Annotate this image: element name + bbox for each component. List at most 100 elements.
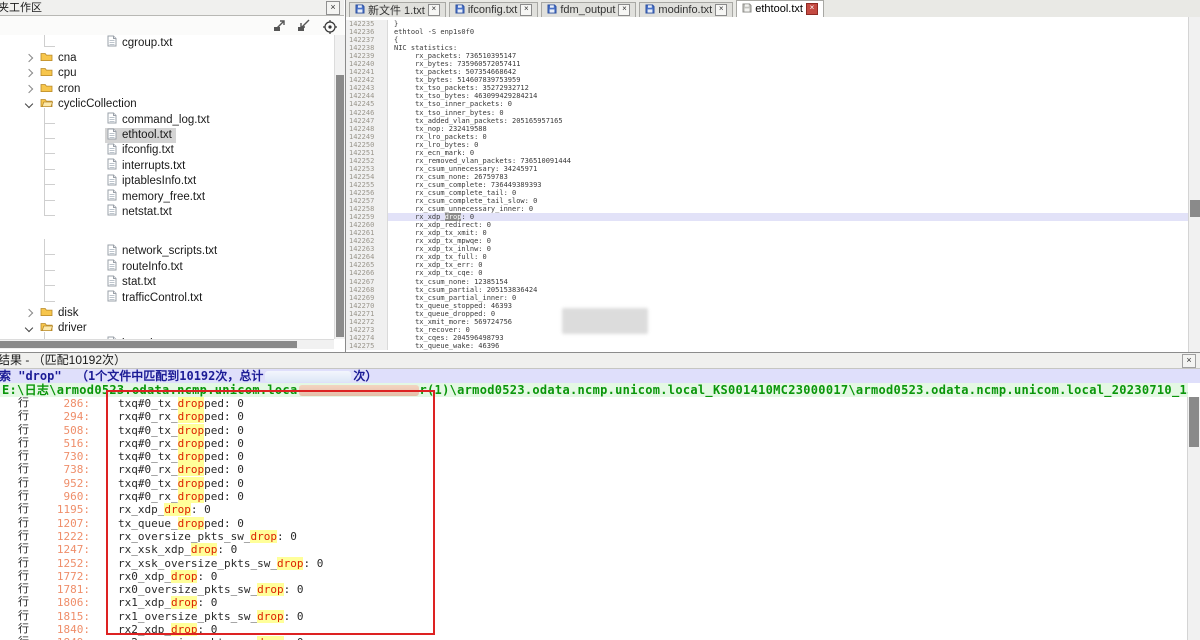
editor-line[interactable]: 142252 rx_removed_vlan_packets: 73651009… [346, 157, 1189, 165]
tree-item-inner: disk [38, 305, 82, 320]
editor-line[interactable]: 142235} [346, 20, 1189, 28]
editor-line[interactable]: 142236ethtool -S enp1s0f0 [346, 28, 1189, 36]
tab-fdm-output[interactable]: fdm_output× [541, 2, 636, 17]
tab-close-icon[interactable]: × [520, 4, 532, 16]
tree-folder-disk[interactable]: disk [0, 305, 334, 320]
editor-line[interactable]: 142268 tx_csum_partial: 205153836424 [346, 286, 1189, 294]
tab-close-icon[interactable]: × [428, 4, 440, 16]
editor-line[interactable]: 142243 tx_tso_packets: 35272932712 [346, 84, 1189, 92]
tree-folder-cna[interactable]: cna [0, 50, 334, 65]
editor-line[interactable]: 142267 tx_csum_none: 12385154 [346, 278, 1189, 286]
editor-line[interactable]: 142238NIC statistics: [346, 44, 1189, 52]
annotation-red-box [106, 390, 435, 635]
editor-line[interactable]: 142255 rx_csum_complete: 736449389393 [346, 181, 1189, 189]
tree-file-netstat-txt[interactable]: netstat.txt [0, 204, 334, 219]
results-close-icon[interactable]: × [1182, 354, 1196, 368]
tree-item-label: command_log.txt [122, 114, 210, 126]
editor-line[interactable]: 142266 rx_xdp_tx_cqe: 0 [346, 269, 1189, 277]
tab-ethtool-txt[interactable]: ethtool.txt× [736, 0, 824, 17]
chevron-down-icon[interactable] [25, 100, 33, 108]
result-row-prefix: 行 [18, 477, 32, 490]
results-titlebar: 结果 - （匹配10192次） × [0, 353, 1200, 369]
results-vertical-scrollbar[interactable] [1187, 397, 1200, 640]
tab-modinfo-txt[interactable]: modinfo.txt× [639, 2, 733, 17]
editor-line[interactable]: 142246 tx_tso_inner_bytes: 0 [346, 109, 1189, 117]
result-line-number: 516: [32, 437, 90, 450]
line-number: 142235 [346, 20, 388, 28]
tree-vertical-scrollbar[interactable] [334, 35, 345, 339]
folder-icon [40, 306, 53, 320]
tab-close-icon[interactable]: × [715, 4, 727, 16]
line-number: 142270 [346, 302, 388, 310]
chevron-down-icon[interactable] [25, 324, 33, 332]
tree-horizontal-scrollbar-thumb[interactable] [0, 341, 297, 348]
result-text-after: : 0 [284, 636, 304, 640]
tree-vertical-scrollbar-thumb[interactable] [336, 75, 344, 337]
tab--1-txt[interactable]: 新文件 1.txt× [349, 2, 446, 17]
line-text: tx_csum_partial: 205153836424 [388, 286, 1189, 294]
line-text: ethtool -S enp1s0f0 [388, 28, 1189, 36]
editor-line[interactable]: 142237{ [346, 36, 1189, 44]
editor-line[interactable]: 142260 rx_xdp_redirect: 0 [346, 221, 1189, 229]
editor-line[interactable]: 142244 tx_tso_bytes: 463099429284214 [346, 92, 1189, 100]
chevron-right-icon[interactable] [25, 54, 33, 62]
editor-line[interactable]: 142261 rx_xdp_tx_xmit: 0 [346, 229, 1189, 237]
line-text: rx_lro_bytes: 0 [388, 141, 1189, 149]
tree-file-trafficcontrol-txt[interactable]: trafficControl.txt [0, 290, 334, 305]
line-number: 142273 [346, 326, 388, 334]
editor-line[interactable]: 142264 rx_xdp_tx_full: 0 [346, 253, 1189, 261]
tab-close-icon[interactable]: × [806, 3, 818, 15]
editor-line[interactable]: 142270 tx_queue_stopped: 46393 [346, 302, 1189, 310]
editor-line[interactable]: 142239 rx_packets: 736510395147 [346, 52, 1189, 60]
chevron-right-icon[interactable] [25, 85, 33, 93]
editor-line[interactable]: 142251 rx_ecn_mark: 0 [346, 149, 1189, 157]
editor-line[interactable]: 142272 tx_xmit_more: 569724756 [346, 318, 1189, 326]
editor-vertical-scrollbar[interactable] [1188, 17, 1200, 352]
tree-folder-cron[interactable]: cron [0, 81, 334, 96]
line-text: tx_xmit_more: 569724756 [388, 318, 1189, 326]
line-number: 142254 [346, 173, 388, 181]
tab-ifconfig-txt[interactable]: ifconfig.txt× [449, 2, 539, 17]
results-vertical-scrollbar-thumb[interactable] [1189, 397, 1199, 447]
workspace-close-icon[interactable]: × [326, 1, 340, 15]
chevron-right-icon[interactable] [25, 309, 33, 317]
tree-horizontal-scrollbar[interactable] [0, 339, 334, 349]
expand-all-icon[interactable] [272, 19, 288, 33]
editor-line[interactable]: 142259 rx_xdp_drop: 0 [346, 213, 1189, 221]
editor-line[interactable]: 142265 rx_xdp_tx_err: 0 [346, 261, 1189, 269]
editor-line[interactable]: 142248 tx_nop: 232419588 [346, 125, 1189, 133]
editor-line[interactable]: 142257 rx_csum_complete_tail_slow: 0 [346, 197, 1189, 205]
editor-line[interactable]: 142240 rx_bytes: 735960572057411 [346, 60, 1189, 68]
line-text: tx_csum_none: 12385154 [388, 278, 1189, 286]
editor-line[interactable]: 142241 tx_packets: 507354668642 [346, 68, 1189, 76]
collapse-all-icon[interactable] [296, 19, 312, 33]
editor-line[interactable]: 142250 rx_lro_bytes: 0 [346, 141, 1189, 149]
editor-line[interactable]: 142242 tx_bytes: 514607839753959 [346, 76, 1189, 84]
tree-folder-cpu[interactable]: cpu [0, 66, 334, 81]
editor-line[interactable]: 142273 tx_recover: 0 [346, 326, 1189, 334]
line-text: tx_recover: 0 [388, 326, 1189, 334]
result-line-number: 1849: [32, 636, 90, 640]
editor-text-area[interactable]: 142235}142236ethtool -S enp1s0f0142237{1… [346, 17, 1189, 355]
tab-close-icon[interactable]: × [618, 4, 630, 16]
editor-line[interactable]: 142253 rx_csum_unnecessary: 34245971 [346, 165, 1189, 173]
editor-line[interactable]: 142269 tx_csum_partial_inner: 0 [346, 294, 1189, 302]
editor-vertical-scrollbar-thumb[interactable] [1190, 200, 1200, 217]
tree-connector [44, 154, 55, 170]
editor-line[interactable]: 142258 rx_csum_unnecessary_inner: 0 [346, 205, 1189, 213]
chevron-right-icon[interactable] [25, 69, 33, 77]
editor-line[interactable]: 142245 tx_tso_inner_packets: 0 [346, 100, 1189, 108]
editor-line[interactable]: 142271 tx_queue_dropped: 0 [346, 310, 1189, 318]
editor-line[interactable]: 142263 rx_xdp_tx_inlnw: 0 [346, 245, 1189, 253]
locate-file-icon[interactable] [322, 19, 338, 33]
editor-line[interactable]: 142249 rx_lro_packets: 0 [346, 133, 1189, 141]
editor-line[interactable]: 142254 rx_csum_none: 26759783 [346, 173, 1189, 181]
editor-line[interactable]: 142262 rx_xdp_tx_mpwqe: 0 [346, 237, 1189, 245]
editor-line[interactable]: 142247 tx_added_vlan_packets: 2051659571… [346, 117, 1189, 125]
editor-line[interactable]: 142275 tx_queue_wake: 46396 [346, 342, 1189, 350]
tree-item-inner: netstat.txt [105, 204, 176, 219]
editor-line[interactable]: 142256 rx_csum_complete_tail: 0 [346, 189, 1189, 197]
editor-line[interactable]: 142274 tx_cqes: 204596498793 [346, 334, 1189, 342]
search-result-row[interactable]: 行1849:rx2_oversize_pkts_sw_drop: 0 [0, 636, 1188, 640]
tree-file-cgroup-txt[interactable]: cgroup.txt [0, 35, 334, 50]
